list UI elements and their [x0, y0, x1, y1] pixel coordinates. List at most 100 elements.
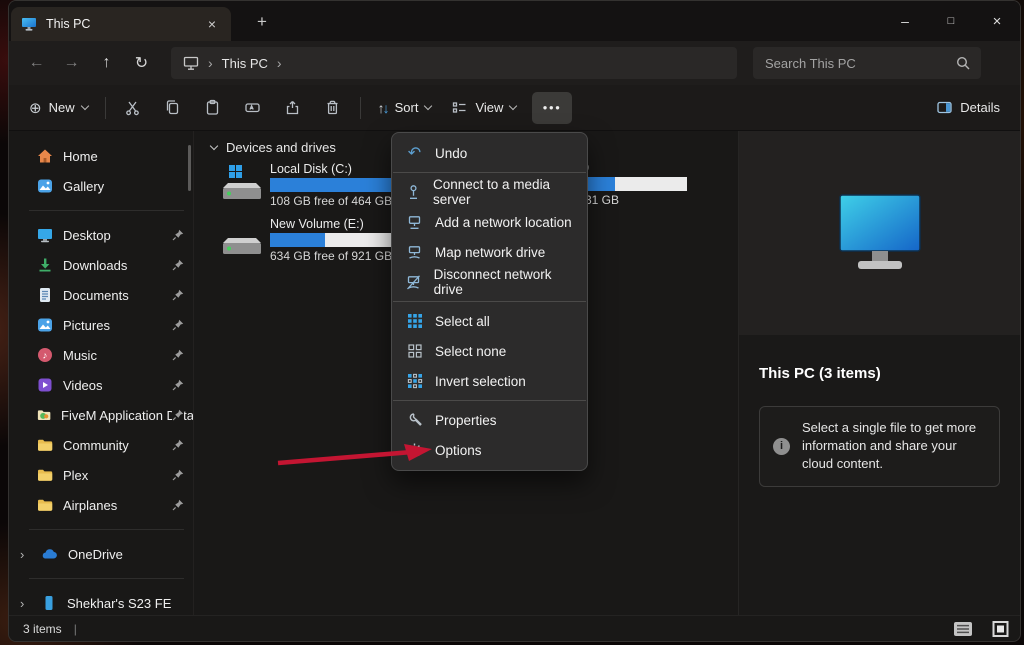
menu-item-undo[interactable]: ↶ Undo	[392, 138, 587, 168]
folder-icon	[37, 497, 53, 513]
paste-button[interactable]	[193, 91, 233, 125]
menu-separator	[393, 172, 586, 173]
sidebar-item-pictures[interactable]: Pictures	[9, 310, 194, 340]
chevron-down-icon	[509, 102, 517, 110]
sidebar-item-fivem[interactable]: FiveM Application Data	[9, 400, 194, 430]
media-server-icon	[405, 184, 422, 201]
pin-icon	[172, 499, 184, 511]
documents-icon	[37, 287, 53, 303]
details-view-button[interactable]	[953, 621, 973, 637]
pin-icon	[172, 319, 184, 331]
search-placeholder: Search This PC	[765, 56, 955, 71]
cut-icon	[124, 99, 141, 116]
sidebar-divider	[29, 210, 184, 211]
items-count: 3 items	[23, 622, 62, 636]
menu-item-select-none[interactable]: Select none	[392, 336, 587, 366]
music-icon: ♪	[37, 347, 53, 363]
drive-name-fragment: )	[585, 160, 687, 175]
sidebar-item-gallery[interactable]: Gallery	[9, 171, 194, 201]
chevron-right-icon: ›	[277, 55, 282, 71]
expand-chevron-icon[interactable]: ›	[20, 547, 31, 562]
tab-close-icon[interactable]: ×	[203, 16, 221, 32]
minimize-button[interactable]: –	[882, 1, 928, 41]
menu-item-connect-media-server[interactable]: Connect to a media server	[392, 177, 587, 207]
maximize-button[interactable]: □	[928, 1, 974, 41]
new-button[interactable]: ⊕ New	[19, 91, 98, 125]
chevron-down-icon	[424, 102, 432, 110]
drive-c-icon	[221, 161, 263, 205]
up-button[interactable]: ↑	[89, 48, 124, 78]
sidebar-item-videos[interactable]: Videos	[9, 370, 194, 400]
sidebar-item-desktop[interactable]: Desktop	[9, 220, 194, 250]
rename-button[interactable]	[233, 91, 273, 125]
menu-item-properties[interactable]: Properties	[392, 405, 587, 435]
drive-e-icon	[221, 216, 263, 260]
info-icon: i	[773, 438, 790, 455]
menu-item-disconnect-network-drive[interactable]: Disconnect network drive	[392, 267, 587, 297]
status-bar: 3 items |	[9, 615, 1020, 641]
sidebar-item-onedrive[interactable]: › OneDrive	[9, 539, 194, 569]
share-button[interactable]	[273, 91, 313, 125]
search-box[interactable]: Search This PC	[753, 47, 981, 79]
menu-separator	[393, 400, 586, 401]
menu-item-invert-selection[interactable]: Invert selection	[392, 366, 587, 396]
view-button[interactable]: View	[441, 91, 526, 125]
sort-icon: ↑↓	[378, 100, 388, 116]
this-pc-tab-icon	[21, 16, 37, 32]
breadcrumb-this-pc[interactable]: This PC	[222, 56, 268, 71]
pin-icon	[172, 379, 184, 391]
sidebar-item-documents[interactable]: Documents	[9, 280, 194, 310]
address-bar[interactable]: › This PC ›	[171, 47, 737, 79]
close-button[interactable]: ×	[974, 1, 1020, 41]
sidebar-item-phone[interactable]: › Shekhar's S23 FE	[9, 588, 194, 618]
wrench-icon	[405, 412, 424, 429]
see-more-menu: ↶ Undo Connect to a media server Add a n…	[391, 132, 588, 471]
large-thumbnails-view-button[interactable]	[991, 621, 1010, 637]
toolbar-separator	[105, 97, 106, 119]
sidebar-item-airplanes[interactable]: Airplanes	[9, 490, 194, 520]
videos-icon	[37, 377, 53, 393]
folder-icon	[37, 467, 53, 483]
gallery-icon	[37, 178, 53, 194]
status-divider: |	[74, 622, 77, 636]
menu-item-select-all[interactable]: Select all	[392, 306, 587, 336]
computer-icon	[183, 55, 199, 71]
sidebar-divider	[29, 529, 184, 530]
pin-icon	[172, 229, 184, 241]
menu-item-map-network-drive[interactable]: Map network drive	[392, 237, 587, 267]
map-network-drive-icon	[405, 244, 424, 261]
forward-button[interactable]: →	[54, 48, 89, 78]
delete-button[interactable]	[313, 91, 353, 125]
preview-area	[739, 131, 1020, 335]
rename-icon	[244, 99, 261, 116]
info-text: Select a single file to get more informa…	[802, 419, 986, 474]
sort-label: Sort	[395, 100, 419, 115]
view-icon	[451, 99, 468, 116]
toolbar-separator	[360, 97, 361, 119]
select-all-icon	[405, 313, 424, 329]
sidebar-item-home[interactable]: Home	[9, 141, 194, 171]
see-more-button[interactable]: ●●●	[532, 92, 572, 124]
new-tab-button[interactable]: +	[249, 10, 275, 34]
back-button[interactable]: ←	[19, 48, 54, 78]
disconnect-network-drive-icon	[405, 274, 423, 291]
tab-this-pc[interactable]: This PC ×	[11, 7, 231, 41]
copy-button[interactable]	[153, 91, 193, 125]
menu-item-add-network-location[interactable]: Add a network location	[392, 207, 587, 237]
sidebar-scrollbar[interactable]	[188, 145, 191, 191]
this-pc-large-icon	[830, 189, 930, 277]
circle-plus-icon: ⊕	[29, 99, 42, 117]
details-pane-toggle[interactable]: Details	[926, 91, 1010, 125]
undo-icon: ↶	[405, 143, 424, 163]
sidebar-item-music[interactable]: ♪ Music	[9, 340, 194, 370]
sidebar-item-downloads[interactable]: Downloads	[9, 250, 194, 280]
expand-chevron-icon[interactable]: ›	[20, 596, 31, 611]
drive-capacity-fragment: 31 GB	[585, 193, 687, 207]
cut-button[interactable]	[113, 91, 153, 125]
sidebar-item-community[interactable]: Community	[9, 430, 194, 460]
sidebar-item-plex[interactable]: Plex	[9, 460, 194, 490]
command-bar: ⊕ New	[9, 85, 1020, 131]
refresh-button[interactable]: ↻	[124, 48, 159, 78]
home-icon	[37, 148, 53, 164]
sort-button[interactable]: ↑↓ Sort	[368, 91, 442, 125]
